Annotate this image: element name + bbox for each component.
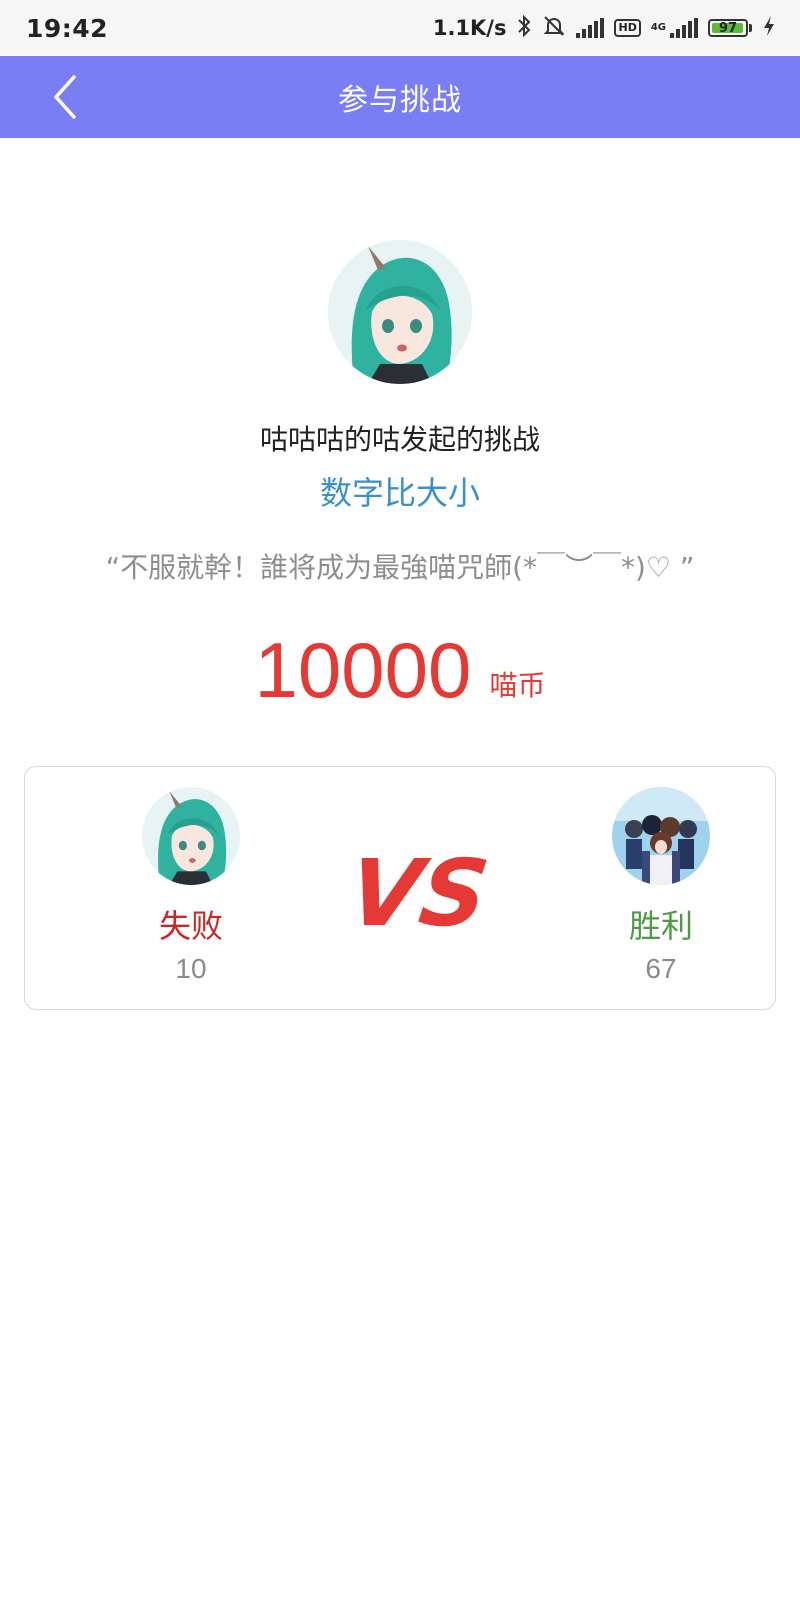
battery-icon: 97 [708,19,752,37]
match-card: 失败 10 VS 胜利 67 [24,766,776,1010]
right-result: 胜利 [628,907,693,945]
chevron-left-icon [54,75,76,119]
initiator-text: 咕咕咕的咕发起的挑战 [259,423,540,456]
hd-badge: HD [614,19,641,37]
game-name-link[interactable]: 数字比大小 [0,468,800,514]
battery-level: 97 [718,20,738,36]
right-score: 67 [645,953,677,984]
status-icons: 1.1K/s HD 4G 97 [433,14,776,43]
app-bar: 参与挑战 [0,56,800,138]
left-player: 失败 10 [131,787,251,985]
stake-amount: 10000 喵币 [0,630,800,710]
back-button[interactable] [40,72,90,122]
charging-icon [762,14,776,43]
amount-value: 10000 [254,626,472,714]
vs-icon: VS [351,839,491,946]
mute-icon [542,14,566,43]
left-player-avatar[interactable] [142,787,240,885]
signal-icon [576,18,605,38]
status-time: 19:42 [26,13,109,43]
challenge-quote: “不服就幹！誰将成为最強喵咒師(*￣︶￣*)♡ ” [105,551,695,584]
right-player-avatar[interactable] [612,787,710,885]
left-result: 失败 [158,907,223,945]
initiator-avatar[interactable] [328,240,472,384]
right-player: 胜利 67 [601,787,721,985]
net-speed: 1.1K/s [432,16,507,40]
signal-icon [670,18,698,38]
vs-label: VS [351,839,491,946]
bluetooth-icon [516,14,532,43]
amount-unit: 喵币 [489,669,546,702]
left-score: 10 [175,953,207,984]
status-bar: 19:42 1.1K/s HD 4G 97 [0,0,800,56]
page-title: 参与挑战 [338,83,462,118]
network-type: 4G [650,22,666,33]
